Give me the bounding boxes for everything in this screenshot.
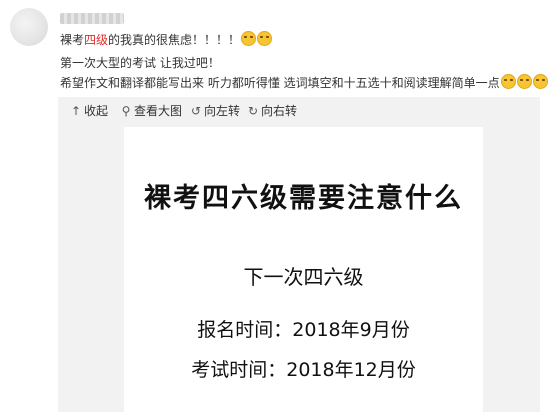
crying-emoji-icon	[516, 74, 532, 89]
view-large-label: 查看大图	[134, 104, 183, 118]
post-text-line-2: 第一次大型的考试 让我过吧！	[60, 56, 220, 70]
image-subtitle: 下一次四六级	[243, 265, 364, 289]
crying-emoji-icon	[500, 74, 516, 89]
image-toolbar: ↑ 收起 ⚲ 查看大图 ↺ 向左转 ↻ 向右转	[58, 97, 540, 125]
view-large-button[interactable]: ⚲ 查看大图	[120, 104, 182, 118]
post-text-line-3: 希望作文和翻译都能写出来 听力都听得懂 选词填空和十五选十和阅读理解简单一点	[60, 74, 548, 91]
rotate-left-label: 向左转	[204, 104, 241, 118]
rotate-left-icon: ↺	[190, 104, 202, 118]
post-text-line-3-content: 希望作文和翻译都能写出来 听力都听得懂 选词填空和十五选十和阅读理解简单一点	[60, 76, 500, 90]
image-exam-time: 考试时间：2018年12月份	[191, 359, 416, 381]
avatar[interactable]	[10, 8, 48, 46]
post-text-rest: 的我真的很焦虑！！！！	[108, 33, 241, 47]
post-text-line-1: 裸考四级的我真的很焦虑！！！！	[60, 31, 273, 48]
crying-emoji-icon	[257, 31, 273, 46]
image-title: 裸考四六级需要注意什么	[144, 183, 463, 214]
crying-emoji-icon	[532, 74, 548, 89]
up-arrow-icon: ↑	[70, 104, 82, 118]
rotate-right-label: 向右转	[261, 104, 298, 118]
rotate-left-button[interactable]: ↺ 向左转	[190, 104, 240, 118]
image-viewer: ↑ 收起 ⚲ 查看大图 ↺ 向左转 ↻ 向右转 裸考四六级需要注意什么 下一次四六级 报…	[58, 97, 540, 412]
rotate-right-button[interactable]: ↻ 向右转	[247, 104, 297, 118]
username-blurred[interactable]	[60, 13, 124, 24]
collapse-label: 收起	[84, 104, 109, 118]
rotate-right-icon: ↻	[247, 104, 259, 118]
search-icon: ⚲	[121, 104, 131, 118]
image-register-time: 报名时间：2018年9月份	[197, 319, 410, 341]
weibo-post: 裸考四级的我真的很焦虑！！！！ 第一次大型的考试 让我过吧！ 希望作文和翻译都能…	[0, 0, 550, 412]
post-image[interactable]: 裸考四六级需要注意什么 下一次四六级 报名时间：2018年9月份 考试时间：20…	[124, 127, 483, 412]
collapse-button[interactable]: ↑ 收起	[70, 104, 108, 118]
post-text-start: 裸考	[60, 33, 85, 47]
hashtag-highlight[interactable]: 四级	[84, 33, 108, 47]
crying-emoji-icon	[241, 31, 257, 46]
